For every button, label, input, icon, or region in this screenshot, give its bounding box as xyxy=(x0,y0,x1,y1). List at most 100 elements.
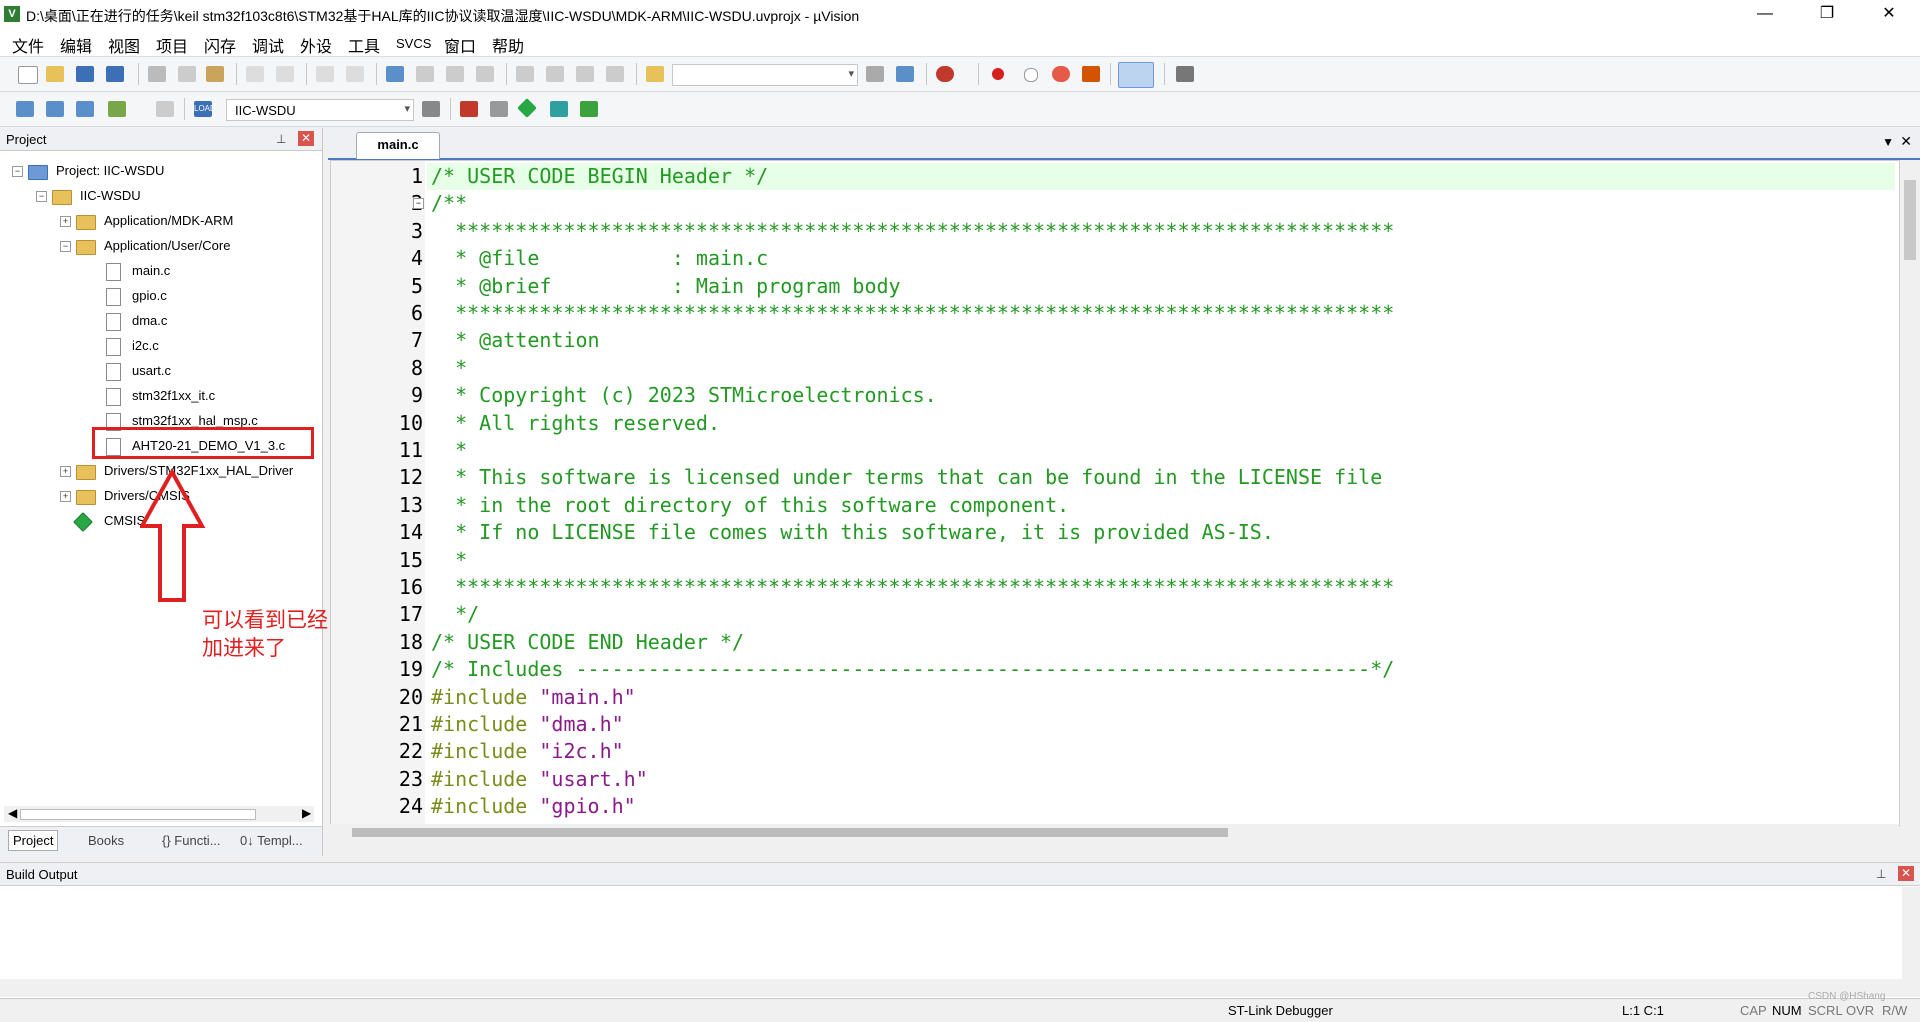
clear-bookmarks-icon[interactable] xyxy=(476,66,494,82)
scroll-thumb[interactable] xyxy=(352,828,1228,837)
expand-icon[interactable]: + xyxy=(60,491,71,502)
find-icon[interactable] xyxy=(866,66,884,82)
editor-horizontal-scrollbar[interactable] xyxy=(330,824,1898,840)
collapse-icon[interactable]: − xyxy=(60,241,71,252)
navigate-forward-icon[interactable] xyxy=(346,66,364,82)
next-bookmark-icon[interactable] xyxy=(446,66,464,82)
target-select[interactable]: IIC-WSDU ▾ xyxy=(226,99,414,121)
scroll-thumb[interactable] xyxy=(20,809,256,820)
configure-wrench-icon[interactable] xyxy=(1176,66,1194,82)
tab-list-chevron-icon[interactable]: ▼ xyxy=(1882,135,1894,149)
unindent-icon[interactable] xyxy=(546,66,564,82)
save-all-icon[interactable] xyxy=(106,66,124,82)
menu-item[interactable]: 调试 xyxy=(252,33,284,57)
expand-icon[interactable]: + xyxy=(60,466,71,477)
restore-button[interactable]: ❐ xyxy=(1804,0,1850,28)
menu-item[interactable]: 项目 xyxy=(156,33,188,57)
menu-item[interactable]: SVCS xyxy=(396,36,431,51)
tree-file-item[interactable]: gpio.c xyxy=(132,287,167,305)
undo-icon[interactable] xyxy=(246,66,264,82)
fold-icon[interactable]: − xyxy=(413,198,424,210)
save-icon[interactable] xyxy=(76,66,94,82)
uncomment-icon[interactable] xyxy=(606,66,624,82)
kill-breakpoints-icon[interactable] xyxy=(1052,66,1070,82)
tree-group-item[interactable]: Application/User/Core xyxy=(104,237,230,255)
manage-multi-project-icon[interactable] xyxy=(490,101,508,117)
new-file-icon[interactable] xyxy=(18,66,38,84)
disable-breakpoint-icon[interactable] xyxy=(1024,68,1038,82)
select-software-packs-icon[interactable] xyxy=(580,101,598,117)
paste-icon[interactable] xyxy=(206,66,224,82)
code-comment: * If no LICENSE file comes with this sof… xyxy=(431,520,1274,545)
pin-icon[interactable]: ⊥ xyxy=(276,132,286,146)
disable-all-breakpoints-icon[interactable] xyxy=(1082,66,1100,82)
scroll-left-icon[interactable]: ◀ xyxy=(8,806,17,820)
tab-templates[interactable]: 0↓ Templ... xyxy=(240,833,303,848)
close-panel-icon[interactable]: ✕ xyxy=(298,131,314,146)
pin-icon[interactable]: ⊥ xyxy=(1876,867,1886,881)
breakpoint-icon[interactable] xyxy=(992,68,1004,80)
menu-item[interactable]: 编辑 xyxy=(60,33,92,57)
manage-project-items-icon[interactable] xyxy=(460,101,478,117)
window-layout-icon[interactable] xyxy=(1118,62,1154,88)
expand-icon[interactable]: + xyxy=(60,216,71,227)
indent-icon[interactable] xyxy=(516,66,534,82)
tree-horizontal-scrollbar[interactable]: ◀ ▶ xyxy=(4,806,314,822)
tree-group-item[interactable]: Project: IIC-WSDU xyxy=(56,162,164,180)
collapse-icon[interactable]: − xyxy=(12,166,23,177)
prev-bookmark-icon[interactable] xyxy=(416,66,434,82)
tab-books[interactable]: Books xyxy=(88,833,124,848)
download-load-icon[interactable]: LOAD xyxy=(194,101,216,117)
tab-main-c[interactable]: main.c xyxy=(356,132,440,159)
tree-file-item[interactable]: main.c xyxy=(132,262,170,280)
menu-item[interactable]: 文件 xyxy=(12,33,44,57)
debug-session-icon[interactable] xyxy=(936,66,954,82)
minimize-button[interactable]: — xyxy=(1742,0,1788,28)
target-options-icon[interactable] xyxy=(422,101,440,117)
find-in-files-icon[interactable] xyxy=(646,66,664,82)
tree-group-item[interactable]: CMSIS xyxy=(104,512,145,530)
tab-project[interactable]: Project xyxy=(8,830,59,851)
collapse-icon[interactable]: − xyxy=(36,191,47,202)
bookmark-icon[interactable] xyxy=(386,66,404,82)
close-tab-icon[interactable]: ✕ xyxy=(1900,133,1912,150)
run-time-environment-icon[interactable] xyxy=(517,98,537,118)
find-combo[interactable]: ▾ xyxy=(672,64,858,86)
code-editor[interactable]: 1/* USER CODE BEGIN Header */2−/**3 ****… xyxy=(330,160,1900,826)
scroll-right-icon[interactable]: ▶ xyxy=(302,806,311,820)
tree-group-item[interactable]: Application/MDK-ARM xyxy=(104,212,233,230)
open-file-icon[interactable] xyxy=(46,66,64,82)
editor-vertical-scrollbar[interactable] xyxy=(1900,160,1920,824)
tree-file-item[interactable]: dma.c xyxy=(132,312,167,330)
copy-icon[interactable] xyxy=(178,66,196,82)
build-output-text[interactable] xyxy=(2,887,1898,977)
build-output-vertical-scrollbar[interactable] xyxy=(1902,887,1920,997)
menu-item[interactable]: 窗口 xyxy=(444,33,476,57)
pack-installer-icon[interactable] xyxy=(550,101,568,117)
menu-item[interactable]: 帮助 xyxy=(492,33,524,57)
read-write-indicator: R/W xyxy=(1882,1003,1908,1018)
build-output-horizontal-scrollbar[interactable] xyxy=(0,979,1902,997)
build-icon[interactable] xyxy=(46,101,64,117)
cut-icon[interactable] xyxy=(148,66,166,82)
tree-file-item[interactable]: i2c.c xyxy=(132,337,159,355)
incremental-find-icon[interactable] xyxy=(896,66,914,82)
comment-icon[interactable] xyxy=(576,66,594,82)
tab-functions[interactable]: {} Functi... xyxy=(162,833,221,848)
rebuild-icon[interactable] xyxy=(76,101,94,117)
batch-build-icon[interactable] xyxy=(108,101,126,117)
navigate-back-icon[interactable] xyxy=(316,66,334,82)
menu-item[interactable]: 工具 xyxy=(348,33,380,57)
menu-item[interactable]: 外设 xyxy=(300,33,332,57)
stop-build-icon[interactable] xyxy=(156,101,174,117)
tree-file-item[interactable]: stm32f1xx_it.c xyxy=(132,387,215,405)
close-window-button[interactable]: ✕ xyxy=(1866,0,1912,28)
menu-item[interactable]: 视图 xyxy=(108,33,140,57)
menu-item[interactable]: 闪存 xyxy=(204,33,236,57)
redo-icon[interactable] xyxy=(276,66,294,82)
tree-file-item[interactable]: usart.c xyxy=(132,362,171,380)
scroll-thumb[interactable] xyxy=(1904,180,1916,260)
close-panel-icon[interactable]: ✕ xyxy=(1898,866,1914,881)
tree-group-item[interactable]: IIC-WSDU xyxy=(80,187,141,205)
translate-icon[interactable] xyxy=(16,101,34,117)
